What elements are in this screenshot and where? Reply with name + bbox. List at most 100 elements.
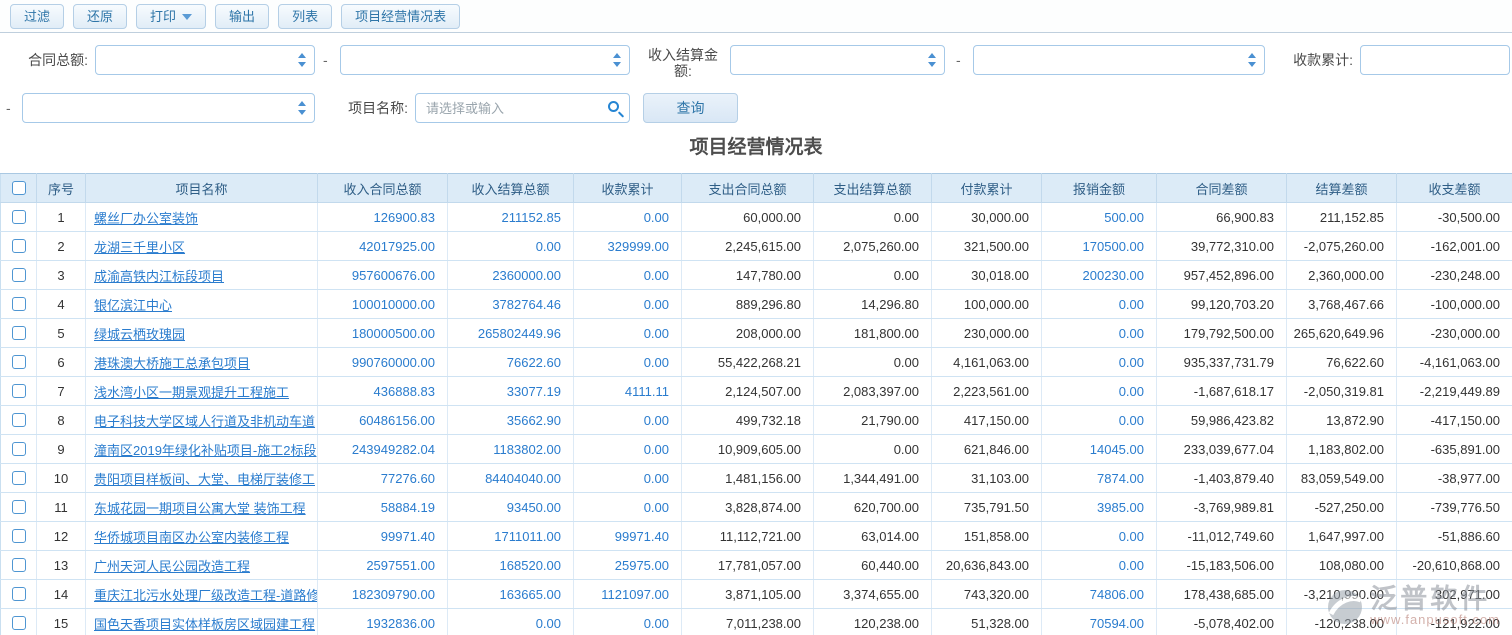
amount-link-cell[interactable]: 14045.00 bbox=[1042, 435, 1157, 464]
project-name-link[interactable]: 银亿滨江中心 bbox=[94, 298, 172, 313]
amount-link-cell[interactable]: 0.00 bbox=[1042, 522, 1157, 551]
tab-project-operation-report[interactable]: 项目经营情况表 bbox=[341, 4, 460, 29]
project-name-link[interactable]: 重庆江北污水处理厂级改造工程-道路修 bbox=[94, 588, 318, 603]
search-icon[interactable] bbox=[608, 101, 619, 112]
project-name-link[interactable]: 华侨城项目南区办公室内装修工程 bbox=[94, 530, 289, 545]
row-checkbox[interactable] bbox=[12, 268, 26, 282]
row-checkbox[interactable] bbox=[12, 558, 26, 572]
project-name-link[interactable]: 龙湖三千里小区 bbox=[94, 240, 185, 255]
amount-link-cell[interactable]: 200230.00 bbox=[1042, 261, 1157, 290]
amount-link-cell[interactable]: 182309790.00 bbox=[318, 580, 448, 609]
project-name-link[interactable]: 电子科技大学区域人行道及非机动车道 bbox=[94, 414, 315, 429]
income-settlement-min-input[interactable] bbox=[731, 46, 944, 74]
amount-link-cell[interactable]: 100010000.00 bbox=[318, 290, 448, 319]
amount-link-cell[interactable]: 211152.85 bbox=[448, 203, 574, 232]
row-checkbox[interactable] bbox=[12, 210, 26, 224]
row-checkbox[interactable] bbox=[12, 239, 26, 253]
column-header-10[interactable]: 结算差额 bbox=[1287, 174, 1397, 203]
column-header-8[interactable]: 报销金额 bbox=[1042, 174, 1157, 203]
column-header-3[interactable]: 收入结算总额 bbox=[448, 174, 574, 203]
column-header-11[interactable]: 收支差额 bbox=[1397, 174, 1512, 203]
amount-link-cell[interactable]: 436888.83 bbox=[318, 377, 448, 406]
amount-link-cell[interactable]: 0.00 bbox=[574, 261, 682, 290]
amount-link-cell[interactable]: 99971.40 bbox=[574, 522, 682, 551]
amount-link-cell[interactable]: 180000500.00 bbox=[318, 319, 448, 348]
project-name-input[interactable] bbox=[416, 94, 629, 122]
amount-link-cell[interactable]: 1183802.00 bbox=[448, 435, 574, 464]
project-name-link[interactable]: 浅水湾小区一期景观提升工程施工 bbox=[94, 385, 289, 400]
amount-link-cell[interactable]: 60486156.00 bbox=[318, 406, 448, 435]
amount-link-cell[interactable]: 0.00 bbox=[574, 609, 682, 635]
amount-link-cell[interactable]: 265802449.96 bbox=[448, 319, 574, 348]
list-button[interactable]: 列表 bbox=[278, 4, 332, 29]
amount-link-cell[interactable]: 500.00 bbox=[1042, 203, 1157, 232]
amount-link-cell[interactable]: 168520.00 bbox=[448, 551, 574, 580]
amount-link-cell[interactable]: 0.00 bbox=[1042, 551, 1157, 580]
project-name-link[interactable]: 广州天河人民公园改造工程 bbox=[94, 559, 250, 574]
export-button[interactable]: 输出 bbox=[215, 4, 269, 29]
column-header-6[interactable]: 支出结算总额 bbox=[814, 174, 932, 203]
amount-link-cell[interactable]: 7874.00 bbox=[1042, 464, 1157, 493]
row-checkbox[interactable] bbox=[12, 384, 26, 398]
amount-link-cell[interactable]: 1121097.00 bbox=[574, 580, 682, 609]
search-button[interactable]: 查询 bbox=[643, 93, 738, 123]
restore-button[interactable]: 还原 bbox=[73, 4, 127, 29]
contract-total-min-input[interactable] bbox=[96, 46, 314, 74]
receipt-total-max-input[interactable] bbox=[23, 94, 314, 122]
column-header-0[interactable]: 序号 bbox=[37, 174, 86, 203]
contract-total-max-input[interactable] bbox=[341, 46, 629, 74]
amount-link-cell[interactable]: 170500.00 bbox=[1042, 232, 1157, 261]
project-name-link[interactable]: 潼南区2019年绿化补贴项目-施工2标段 bbox=[94, 443, 316, 458]
column-header-5[interactable]: 支出合同总额 bbox=[682, 174, 814, 203]
column-header-2[interactable]: 收入合同总额 bbox=[318, 174, 448, 203]
amount-link-cell[interactable]: 0.00 bbox=[1042, 290, 1157, 319]
amount-link-cell[interactable]: 58884.19 bbox=[318, 493, 448, 522]
project-name-link[interactable]: 东城花园一期项目公寓大堂 装饰工程 bbox=[94, 501, 306, 516]
amount-link-cell[interactable]: 990760000.00 bbox=[318, 348, 448, 377]
row-checkbox[interactable] bbox=[12, 326, 26, 340]
row-checkbox[interactable] bbox=[12, 471, 26, 485]
column-header-7[interactable]: 付款累计 bbox=[932, 174, 1042, 203]
filter-button[interactable]: 过滤 bbox=[10, 4, 64, 29]
amount-link-cell[interactable]: 4111.11 bbox=[574, 377, 682, 406]
row-checkbox[interactable] bbox=[12, 442, 26, 456]
amount-link-cell[interactable]: 0.00 bbox=[1042, 377, 1157, 406]
spinner-icon[interactable] bbox=[298, 101, 306, 115]
amount-link-cell[interactable]: 1711011.00 bbox=[448, 522, 574, 551]
amount-link-cell[interactable]: 3782764.46 bbox=[448, 290, 574, 319]
row-checkbox[interactable] bbox=[12, 587, 26, 601]
amount-link-cell[interactable]: 0.00 bbox=[574, 493, 682, 522]
amount-link-cell[interactable]: 99971.40 bbox=[318, 522, 448, 551]
amount-link-cell[interactable]: 35662.90 bbox=[448, 406, 574, 435]
amount-link-cell[interactable]: 0.00 bbox=[1042, 348, 1157, 377]
amount-link-cell[interactable]: 33077.19 bbox=[448, 377, 574, 406]
project-name-link[interactable]: 贵阳项目样板间、大堂、电梯厅装修工 bbox=[94, 472, 315, 487]
amount-link-cell[interactable]: 2597551.00 bbox=[318, 551, 448, 580]
amount-link-cell[interactable]: 84404040.00 bbox=[448, 464, 574, 493]
amount-link-cell[interactable]: 0.00 bbox=[574, 348, 682, 377]
spinner-icon[interactable] bbox=[613, 53, 621, 67]
project-name-link[interactable]: 螺丝厂办公室装饰 bbox=[94, 211, 198, 226]
project-name-link[interactable]: 港珠澳大桥施工总承包项目 bbox=[94, 356, 250, 371]
amount-link-cell[interactable]: 126900.83 bbox=[318, 203, 448, 232]
amount-link-cell[interactable]: 1932836.00 bbox=[318, 609, 448, 635]
amount-link-cell[interactable]: 93450.00 bbox=[448, 493, 574, 522]
amount-link-cell[interactable]: 0.00 bbox=[574, 406, 682, 435]
receipt-total-min-input[interactable] bbox=[1361, 46, 1509, 74]
row-checkbox[interactable] bbox=[12, 413, 26, 427]
amount-link-cell[interactable]: 957600676.00 bbox=[318, 261, 448, 290]
amount-link-cell[interactable]: 0.00 bbox=[574, 464, 682, 493]
project-name-link[interactable]: 成渝高铁内江标段项目 bbox=[94, 269, 224, 284]
amount-link-cell[interactable]: 0.00 bbox=[1042, 319, 1157, 348]
amount-link-cell[interactable]: 0.00 bbox=[574, 319, 682, 348]
column-header-1[interactable]: 项目名称 bbox=[86, 174, 318, 203]
column-header-9[interactable]: 合同差额 bbox=[1157, 174, 1287, 203]
income-settlement-max-input[interactable] bbox=[974, 46, 1264, 74]
amount-link-cell[interactable]: 0.00 bbox=[1042, 406, 1157, 435]
amount-link-cell[interactable]: 42017925.00 bbox=[318, 232, 448, 261]
row-checkbox[interactable] bbox=[12, 297, 26, 311]
row-checkbox[interactable] bbox=[12, 500, 26, 514]
row-checkbox[interactable] bbox=[12, 616, 26, 630]
amount-link-cell[interactable]: 0.00 bbox=[574, 435, 682, 464]
print-button[interactable]: 打印 bbox=[136, 4, 206, 29]
